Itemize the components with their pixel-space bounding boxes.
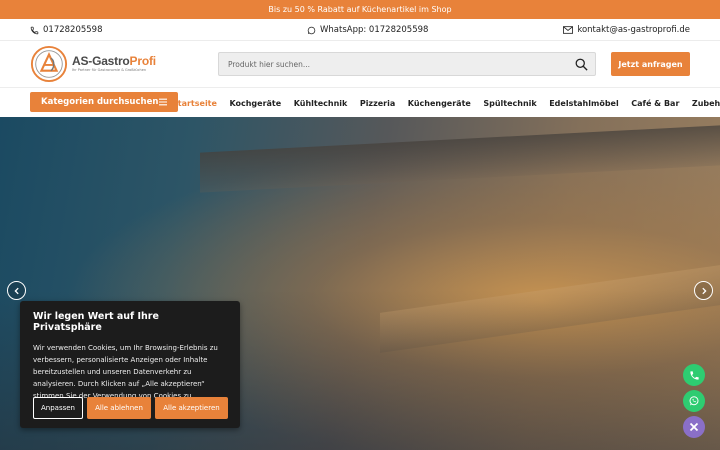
search-input[interactable] bbox=[219, 59, 559, 69]
whatsapp-icon bbox=[307, 26, 316, 34]
main-nav: Kategorien durchsuchen Startseite Kochge… bbox=[0, 87, 720, 117]
nav-item-edelstahlmoebel[interactable]: Edelstahlmöbel bbox=[549, 99, 619, 108]
close-icon bbox=[689, 422, 699, 432]
logo[interactable]: AS-GastroProfi Ihr Partner für Gastronom… bbox=[30, 44, 170, 84]
nav-items: Startseite Kochgeräte Kühltechnik Pizzer… bbox=[172, 88, 720, 118]
nav-item-pizzeria[interactable]: Pizzeria bbox=[360, 99, 395, 108]
whatsapp-icon bbox=[689, 396, 699, 406]
nav-item-kochgeraete[interactable]: Kochgeräte bbox=[229, 99, 281, 108]
browse-categories-button[interactable]: Kategorien durchsuchen bbox=[30, 92, 178, 112]
nav-item-cafe-bar[interactable]: Café & Bar bbox=[631, 99, 679, 108]
contact-whatsapp-text: WhatsApp: 01728205598 bbox=[320, 25, 429, 35]
nav-item-kuechengeraete[interactable]: Küchengeräte bbox=[408, 99, 471, 108]
logo-lion-icon bbox=[30, 45, 68, 83]
phone-icon bbox=[689, 370, 699, 380]
cookie-accept-button[interactable]: Alle akzeptieren bbox=[155, 397, 228, 419]
contact-email-text: kontakt@as-gastroprofi.de bbox=[577, 25, 690, 35]
promo-bar: Bis zu 50 % Rabatt auf Küchenartikel im … bbox=[0, 0, 720, 19]
cookie-buttons: Anpassen Alle ablehnen Alle akzeptieren bbox=[33, 397, 228, 419]
hero-kitchen-hood bbox=[200, 125, 720, 193]
search-icon[interactable] bbox=[574, 57, 589, 72]
request-quote-button[interactable]: Jetzt anfragen bbox=[611, 52, 690, 76]
slider-prev-button[interactable] bbox=[7, 281, 26, 300]
slider-next-button[interactable] bbox=[694, 281, 713, 300]
logo-text: AS-GastroProfi Ihr Partner für Gastronom… bbox=[72, 55, 156, 73]
nav-item-zubehoer[interactable]: Zubehör bbox=[692, 99, 720, 108]
nav-item-spueltechnik[interactable]: Spültechnik bbox=[483, 99, 536, 108]
browse-categories-label: Kategorien durchsuchen bbox=[41, 97, 159, 107]
phone-icon bbox=[30, 26, 39, 34]
floating-close-button[interactable] bbox=[683, 416, 705, 438]
logo-subtitle: Ihr Partner für Gastronomie & Großküchen bbox=[72, 68, 147, 73]
contact-email[interactable]: kontakt@as-gastroprofi.de bbox=[563, 19, 690, 41]
contact-whatsapp[interactable]: WhatsApp: 01728205598 bbox=[307, 19, 428, 41]
promo-text: Bis zu 50 % Rabatt auf Küchenartikel im … bbox=[268, 5, 452, 14]
chevron-left-icon bbox=[13, 287, 19, 294]
nav-item-startseite[interactable]: Startseite bbox=[172, 99, 217, 108]
cookie-customize-button[interactable]: Anpassen bbox=[33, 397, 83, 419]
search-bar bbox=[218, 52, 596, 76]
contact-phone[interactable]: 01728205598 bbox=[30, 19, 103, 41]
contact-phone-text: 01728205598 bbox=[43, 25, 103, 35]
header: AS-GastroProfi Ihr Partner für Gastronom… bbox=[0, 41, 720, 87]
cookie-title: Wir legen Wert auf Ihre Privatsphäre bbox=[33, 311, 159, 333]
contact-bar: 01728205598 WhatsApp: 01728205598 kontak… bbox=[0, 19, 720, 41]
cookie-banner: Wir legen Wert auf Ihre Privatsphäre Wir… bbox=[20, 301, 240, 428]
chevron-right-icon bbox=[701, 287, 707, 294]
menu-icon bbox=[159, 98, 167, 106]
cookie-text: Wir verwenden Cookies, um Ihr Browsing-E… bbox=[33, 344, 218, 400]
floating-call-button[interactable] bbox=[683, 364, 705, 386]
mail-icon bbox=[563, 26, 574, 34]
nav-item-kuehltechnik[interactable]: Kühltechnik bbox=[294, 99, 348, 108]
logo-title: AS-GastroProfi bbox=[72, 54, 156, 69]
floating-whatsapp-button[interactable] bbox=[683, 390, 705, 412]
cookie-reject-button[interactable]: Alle ablehnen bbox=[87, 397, 151, 419]
